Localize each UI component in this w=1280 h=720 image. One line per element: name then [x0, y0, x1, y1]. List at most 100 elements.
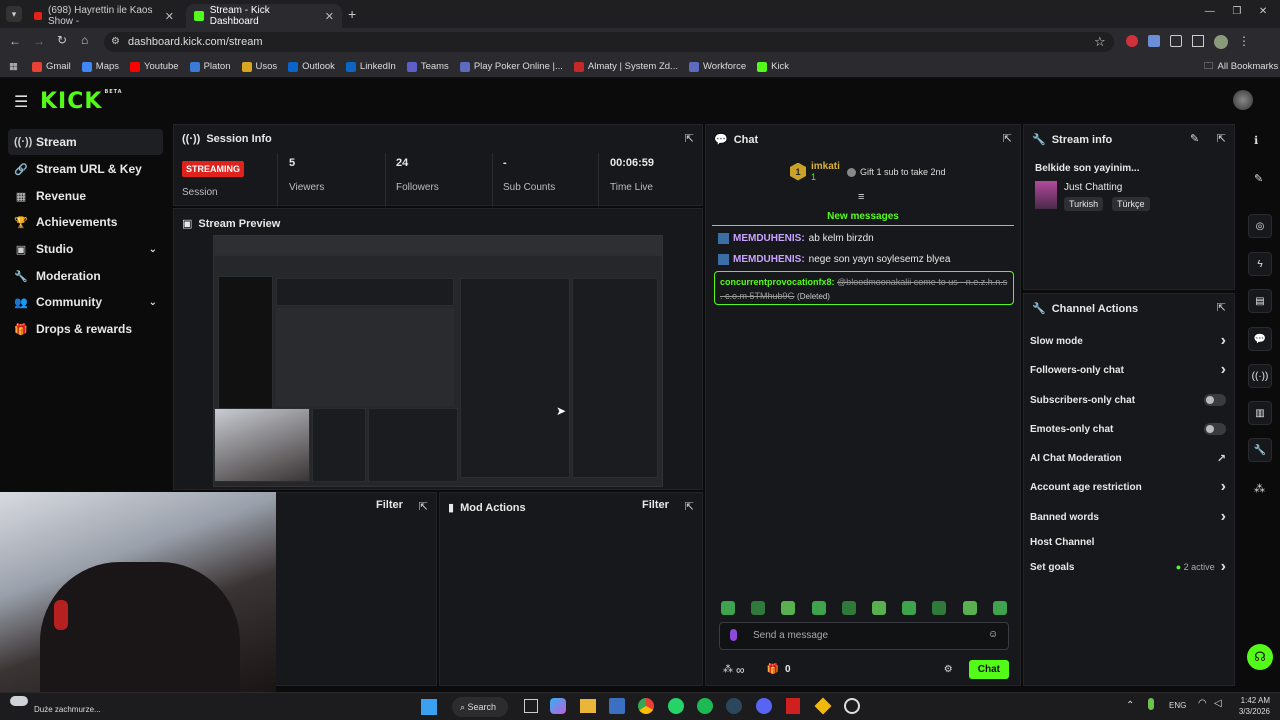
- close-tab-icon[interactable]: ✕: [165, 10, 174, 23]
- popout-icon[interactable]: ⇱: [1217, 301, 1226, 314]
- sidebar-item-drops-rewards[interactable]: 🎁 Drops & rewards: [8, 316, 163, 342]
- bookmark-item[interactable]: Workforce: [688, 61, 746, 72]
- rail-document-icon[interactable]: ▤: [1248, 289, 1272, 313]
- popout-icon[interactable]: ⇱: [419, 500, 428, 513]
- support-button[interactable]: ☊: [1247, 644, 1273, 670]
- extension-red-icon[interactable]: [1126, 35, 1138, 47]
- wifi-icon[interactable]: ◠: [1198, 698, 1207, 709]
- chevron-right-icon[interactable]: ›: [1221, 361, 1226, 379]
- sidebar-item-stream[interactable]: ((·)) Stream: [8, 129, 163, 155]
- tab-search-chevron-icon[interactable]: ▾: [6, 6, 22, 22]
- emote-icon[interactable]: [902, 601, 917, 615]
- sidebar-item-community[interactable]: 👥 Community ⌄: [8, 289, 163, 315]
- chevron-right-icon[interactable]: ›: [1221, 508, 1226, 526]
- microphone-icon[interactable]: [730, 629, 737, 641]
- chat-input[interactable]: Send a message ☺: [719, 622, 1009, 650]
- chevron-right-icon[interactable]: ›: [1221, 558, 1226, 576]
- popout-icon[interactable]: ⇱: [1217, 132, 1226, 145]
- bookmark-item[interactable]: Outlook: [288, 61, 335, 72]
- bookmark-item[interactable]: Usos: [241, 61, 277, 72]
- gift-sub-prompt[interactable]: Gift 1 sub to take 2nd: [847, 167, 946, 177]
- channel-action-ai-chat-moderation[interactable]: AI Chat Moderation ↗: [1030, 447, 1226, 469]
- bookmark-item[interactable]: Maps: [81, 61, 119, 72]
- popout-icon[interactable]: ⇱: [685, 132, 694, 145]
- emote-icon[interactable]: [841, 601, 856, 615]
- bookmark-item[interactable]: Kick: [757, 61, 789, 72]
- sidebar-item-revenue[interactable]: ▦ Revenue: [8, 183, 163, 209]
- users-icon[interactable]: ⁂: [723, 664, 733, 675]
- sidebar-item-stream-url-key[interactable]: 🔗 Stream URL & Key: [8, 156, 163, 182]
- apps-grid-icon[interactable]: ▦: [9, 61, 18, 72]
- emote-icon[interactable]: [872, 601, 886, 615]
- channel-action-account-age-restriction[interactable]: Account age restriction ›: [1030, 476, 1226, 498]
- chevron-down-icon[interactable]: ⌄: [149, 297, 157, 308]
- file-explorer-icon[interactable]: [580, 699, 596, 713]
- chat-message[interactable]: MEMDUHENIS: nege son yayn soylesemz blyea: [718, 254, 950, 265]
- microphone-tray-icon[interactable]: [1148, 698, 1154, 710]
- chat-send-button[interactable]: Chat: [968, 660, 1009, 679]
- tab-groups-icon[interactable]: [1192, 35, 1204, 47]
- maximize-icon[interactable]: ❐: [1232, 6, 1241, 17]
- rail-users-icon[interactable]: ⁂: [1254, 482, 1265, 495]
- bookmark-item[interactable]: Teams: [406, 61, 449, 72]
- popout-icon[interactable]: ⇱: [1003, 132, 1012, 145]
- bookmark-item[interactable]: Gmail: [31, 61, 71, 72]
- emote-icon[interactable]: [811, 601, 826, 615]
- channel-action-followers-only-chat[interactable]: Followers-only chat ›: [1030, 359, 1226, 381]
- popout-icon[interactable]: ⇱: [685, 500, 694, 513]
- bookmark-item[interactable]: Platon: [189, 61, 231, 72]
- close-window-icon[interactable]: ✕: [1259, 6, 1267, 17]
- filter-button[interactable]: Filter: [376, 499, 403, 511]
- chat-username[interactable]: concurrentprovocationfx8:: [720, 277, 835, 287]
- info-icon[interactable]: ℹ: [1254, 134, 1258, 147]
- emote-icon[interactable]: [992, 601, 1007, 615]
- rail-chat-icon[interactable]: 💬: [1248, 327, 1272, 351]
- chat-username[interactable]: MEMDUHENIS:: [733, 254, 805, 265]
- browser-menu-icon[interactable]: ⋮: [1238, 35, 1250, 49]
- browser-tab-youtube[interactable]: (698) Hayrettin ile Kaos Show - ✕: [26, 4, 182, 28]
- store-icon[interactable]: [609, 698, 625, 714]
- obs-icon[interactable]: [844, 698, 860, 714]
- close-tab-icon[interactable]: ✕: [325, 10, 334, 23]
- weather-text[interactable]: Duże zachmurze...: [34, 705, 101, 714]
- new-tab-button[interactable]: +: [348, 6, 356, 22]
- chat-message[interactable]: MEMDUHENIS: ab kelm birzdn: [718, 233, 874, 244]
- emote-icon[interactable]: [751, 601, 766, 615]
- channel-action-subscribers-only-chat[interactable]: Subscribers-only chat: [1030, 389, 1226, 411]
- channel-action-emotes-only-chat[interactable]: Emotes-only chat: [1030, 418, 1226, 440]
- profile-avatar[interactable]: [1214, 35, 1228, 49]
- extension-icons[interactable]: ⋮: [1126, 35, 1250, 49]
- channel-action-banned-words[interactable]: Banned words ›: [1030, 506, 1226, 528]
- chevron-down-icon[interactable]: ⌄: [149, 244, 157, 255]
- translate-icon[interactable]: [1148, 35, 1160, 47]
- toggle-switch[interactable]: [1204, 394, 1226, 406]
- binance-icon[interactable]: [814, 697, 832, 715]
- volume-icon[interactable]: ◁: [1214, 698, 1222, 709]
- rail-layout-icon[interactable]: ▥: [1248, 401, 1272, 425]
- gift-box-icon[interactable]: 🎁: [767, 664, 779, 675]
- chat-settings-icon[interactable]: ⚙: [944, 664, 953, 675]
- bookmark-item[interactable]: LinkedIn: [345, 61, 396, 72]
- chrome-icon[interactable]: [638, 698, 654, 714]
- all-bookmarks[interactable]: 🗀 All Bookmarks: [1204, 59, 1278, 75]
- tray-chevron-icon[interactable]: ⌃: [1126, 700, 1134, 711]
- language-indicator[interactable]: ENG: [1169, 701, 1186, 710]
- pinned-collapse-icon[interactable]: ≡: [858, 191, 864, 203]
- edit-icon[interactable]: ✎: [1254, 172, 1263, 185]
- filter-button[interactable]: Filter: [642, 499, 669, 511]
- bookmark-star-icon[interactable]: ☆: [1094, 34, 1106, 50]
- window-controls[interactable]: — ❐ ✕: [1196, 6, 1276, 17]
- whatsapp-icon[interactable]: [668, 698, 684, 714]
- discord-icon[interactable]: [756, 698, 772, 714]
- rail-target-icon[interactable]: ◎: [1248, 214, 1272, 238]
- reload-icon[interactable]: ↻: [57, 33, 67, 47]
- emote-picker-icon[interactable]: ☺: [988, 629, 998, 640]
- toggle-switch[interactable]: [1204, 423, 1226, 435]
- chat-username[interactable]: MEMDUHENIS:: [733, 233, 805, 244]
- bookmark-item[interactable]: Almaty | System Zd...: [573, 61, 678, 72]
- rail-lightning-icon[interactable]: ϟ: [1248, 252, 1272, 276]
- rail-broadcast-icon[interactable]: ((·)): [1248, 364, 1272, 388]
- site-info-icon[interactable]: ⚙: [111, 36, 120, 47]
- bookmark-item[interactable]: Youtube: [130, 61, 179, 72]
- emote-icon[interactable]: [721, 601, 735, 615]
